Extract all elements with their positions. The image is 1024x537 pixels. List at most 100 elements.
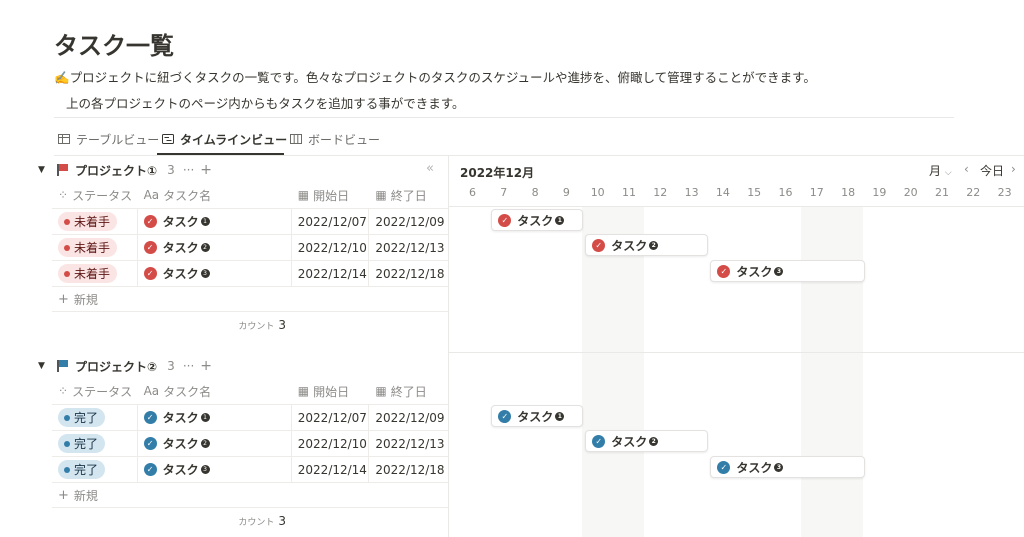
- timeline-task-bar[interactable]: ✓ タスク 2: [585, 234, 709, 256]
- triangle-down-icon[interactable]: ▼: [38, 361, 56, 371]
- timeline-task-bar[interactable]: ✓ タスク 1: [491, 209, 584, 231]
- table-row[interactable]: 未着手 ✓ タスク 1 2022/12/07 2022/12/09: [52, 208, 448, 234]
- more-icon[interactable]: ···: [183, 163, 194, 177]
- timeline-header-divider: [449, 206, 1024, 207]
- board-icon: [290, 134, 302, 144]
- column-name[interactable]: Aa タスク名: [138, 182, 292, 208]
- task-name[interactable]: タスク: [163, 461, 199, 478]
- status-badge[interactable]: 未着手: [58, 264, 118, 283]
- page-description-line2: 上の各プロジェクトのページ内からもタスクを追加する事ができます。: [66, 96, 465, 111]
- check-circle-icon: ✓: [717, 264, 731, 278]
- more-icon[interactable]: ···: [183, 359, 194, 373]
- task-number: 1: [200, 217, 210, 226]
- column-headers: ⁘ ステータス Aa タスク名 ▦ 開始日 ▦ 終了日: [52, 378, 448, 404]
- group-count-summary[interactable]: カウント 3: [52, 508, 448, 534]
- page-description-line1: ✍️プロジェクトに紐づくタスクの一覧です。色々なプロジェクトのタスクのスケジュー…: [54, 70, 816, 85]
- timeline-day-label: 17: [809, 186, 824, 199]
- timeline-icon: [162, 134, 174, 144]
- timeline-task-bar[interactable]: ✓ タスク 3: [710, 260, 865, 282]
- timeline-scale-select[interactable]: 月 ⌵: [929, 162, 952, 179]
- plus-icon[interactable]: +: [200, 358, 212, 374]
- task-name[interactable]: タスク: [163, 239, 199, 256]
- status-badge[interactable]: 完了: [58, 460, 106, 479]
- column-status[interactable]: ⁘ ステータス: [52, 182, 138, 208]
- task-name[interactable]: タスク: [163, 213, 199, 230]
- task-name: タスク: [611, 434, 648, 449]
- status-badge[interactable]: 完了: [58, 434, 106, 453]
- triangle-down-icon[interactable]: ▼: [38, 165, 56, 175]
- timeline-day-label: 8: [531, 186, 539, 199]
- tab-label: テーブルビュー: [76, 132, 160, 147]
- timeline-day-label: 18: [841, 186, 856, 199]
- column-start[interactable]: ▦ 開始日: [292, 182, 370, 208]
- today-button[interactable]: 今日: [980, 162, 1004, 179]
- task-name: タスク: [611, 238, 648, 253]
- chevron-left-icon[interactable]: ‹: [964, 162, 969, 176]
- task-number: 3: [200, 465, 210, 474]
- task-name: タスク: [517, 213, 554, 228]
- new-row-button[interactable]: + 新規: [52, 482, 448, 508]
- timeline-month-label: 2022年12月: [460, 166, 535, 180]
- group-count-summary[interactable]: カウント 3: [52, 312, 448, 338]
- header-divider: [54, 117, 954, 118]
- timeline-day-label: 15: [747, 186, 762, 199]
- task-name: タスク: [736, 264, 773, 279]
- new-row-button[interactable]: + 新規: [52, 286, 448, 312]
- timeline-task-bar[interactable]: ✓ タスク 3: [710, 456, 865, 478]
- status-badge[interactable]: 完了: [58, 408, 106, 427]
- status-badge[interactable]: 未着手: [58, 212, 118, 231]
- scale-label: 月: [929, 164, 942, 178]
- table-icon: [58, 134, 70, 144]
- start-date[interactable]: 2022/12/10: [292, 235, 370, 260]
- table-row[interactable]: 完了 ✓ タスク 1 2022/12/07 2022/12/09: [52, 404, 448, 430]
- end-date[interactable]: 2022/12/13: [369, 431, 448, 456]
- end-date[interactable]: 2022/12/13: [369, 235, 448, 260]
- end-date[interactable]: 2022/12/09: [369, 209, 448, 234]
- table-row[interactable]: 未着手 ✓ タスク 2 2022/12/10 2022/12/13: [52, 234, 448, 260]
- start-date[interactable]: 2022/12/14: [292, 457, 370, 482]
- column-end[interactable]: ▦ 終了日: [369, 378, 448, 404]
- calendar-icon: ▦: [375, 188, 387, 202]
- page-title: タスク一覧: [54, 32, 174, 60]
- flag-icon: [56, 360, 70, 372]
- tab-label: タイムラインビュー: [180, 132, 288, 147]
- group-header: ▼ プロジェクト② 3 ··· +: [38, 354, 448, 378]
- start-date[interactable]: 2022/12/14: [292, 261, 370, 286]
- column-status[interactable]: ⁘ ステータス: [52, 378, 138, 404]
- group-name: プロジェクト②: [75, 359, 158, 374]
- column-end[interactable]: ▦ 終了日: [369, 182, 448, 208]
- table-row[interactable]: 未着手 ✓ タスク 3 2022/12/14 2022/12/18: [52, 260, 448, 286]
- end-date[interactable]: 2022/12/18: [369, 261, 448, 286]
- table-row[interactable]: 完了 ✓ タスク 2 2022/12/10 2022/12/13: [52, 430, 448, 456]
- timeline-task-bar[interactable]: ✓ タスク 1: [491, 405, 584, 427]
- start-date[interactable]: 2022/12/10: [292, 431, 370, 456]
- tab-label: ボードビュー: [308, 132, 381, 147]
- task-name[interactable]: タスク: [163, 409, 199, 426]
- task-number: 1: [555, 215, 565, 225]
- tab-table-view[interactable]: テーブルビュー: [58, 124, 159, 154]
- status-icon: ⁘: [58, 188, 69, 202]
- start-date[interactable]: 2022/12/07: [292, 209, 370, 234]
- tab-timeline-view[interactable]: タイムラインビュー: [162, 124, 287, 154]
- timeline-task-bar[interactable]: ✓ タスク 2: [585, 430, 709, 452]
- task-number: 1: [200, 413, 210, 422]
- start-date[interactable]: 2022/12/07: [292, 405, 370, 430]
- end-date[interactable]: 2022/12/09: [369, 405, 448, 430]
- calendar-icon: ▦: [297, 384, 310, 398]
- task-name[interactable]: タスク: [163, 265, 199, 282]
- column-start[interactable]: ▦ 開始日: [292, 378, 370, 404]
- end-date[interactable]: 2022/12/18: [369, 457, 448, 482]
- table-row[interactable]: 完了 ✓ タスク 3 2022/12/14 2022/12/18: [52, 456, 448, 482]
- task-name[interactable]: タスク: [163, 435, 199, 452]
- timeline-day-label: 13: [684, 186, 699, 199]
- check-circle-icon: ✓: [143, 267, 157, 280]
- plus-icon[interactable]: +: [200, 162, 212, 178]
- group-count: 3: [167, 359, 175, 373]
- column-headers: ⁘ ステータス Aa タスク名 ▦ 開始日 ▦ 終了日: [52, 182, 448, 208]
- chevron-right-icon[interactable]: ›: [1011, 162, 1016, 176]
- check-circle-icon: ✓: [717, 460, 731, 474]
- status-badge[interactable]: 未着手: [58, 238, 118, 257]
- column-name[interactable]: Aa タスク名: [138, 378, 292, 404]
- tab-board-view[interactable]: ボードビュー: [290, 124, 380, 154]
- calendar-icon: ▦: [297, 188, 310, 202]
